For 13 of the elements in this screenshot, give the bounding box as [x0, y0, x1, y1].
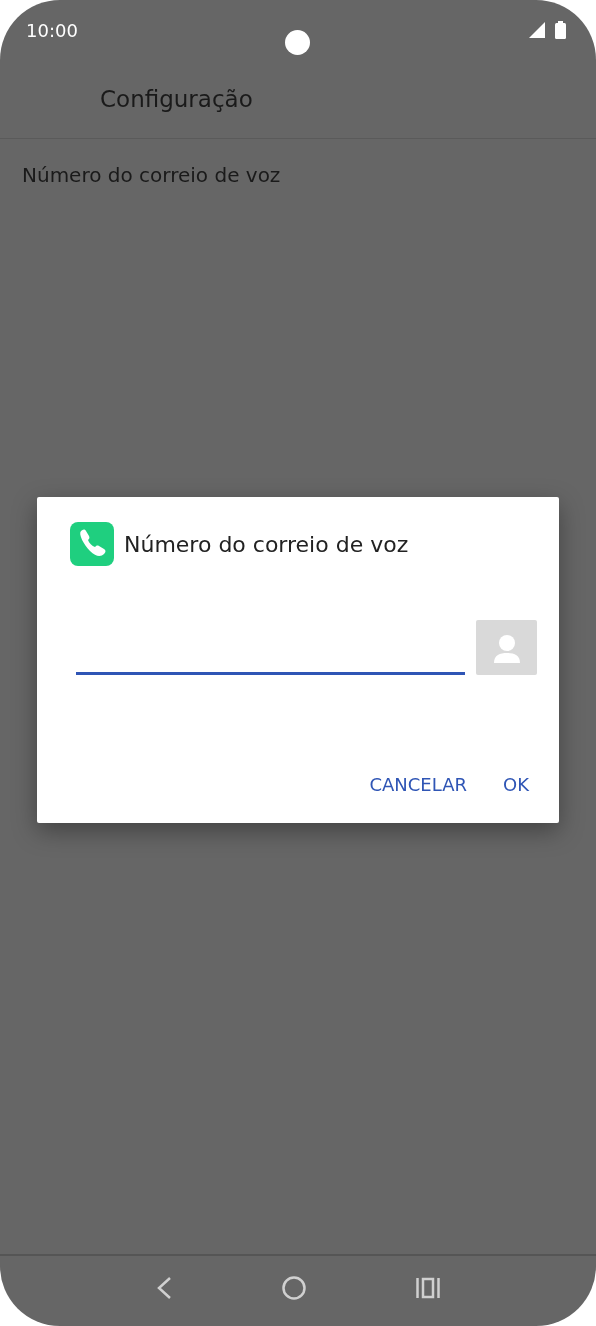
- phone-app-icon: [70, 522, 114, 566]
- dialog-button[interactable]: CANCELAR: [361, 766, 475, 803]
- battery-icon: [555, 21, 566, 39]
- signal-icon: [529, 22, 545, 38]
- dialog-title: Número do correio de voz: [124, 531, 409, 557]
- person-icon: [491, 632, 522, 663]
- back-icon[interactable]: [156, 1277, 172, 1299]
- dialog-button[interactable]: OK: [495, 766, 537, 803]
- camera-cutout: [285, 30, 310, 55]
- status-time: 10:00: [26, 19, 78, 41]
- recents-icon[interactable]: [416, 1277, 440, 1299]
- app-bar-title: Configuração: [100, 86, 253, 112]
- home-icon[interactable]: [282, 1276, 306, 1300]
